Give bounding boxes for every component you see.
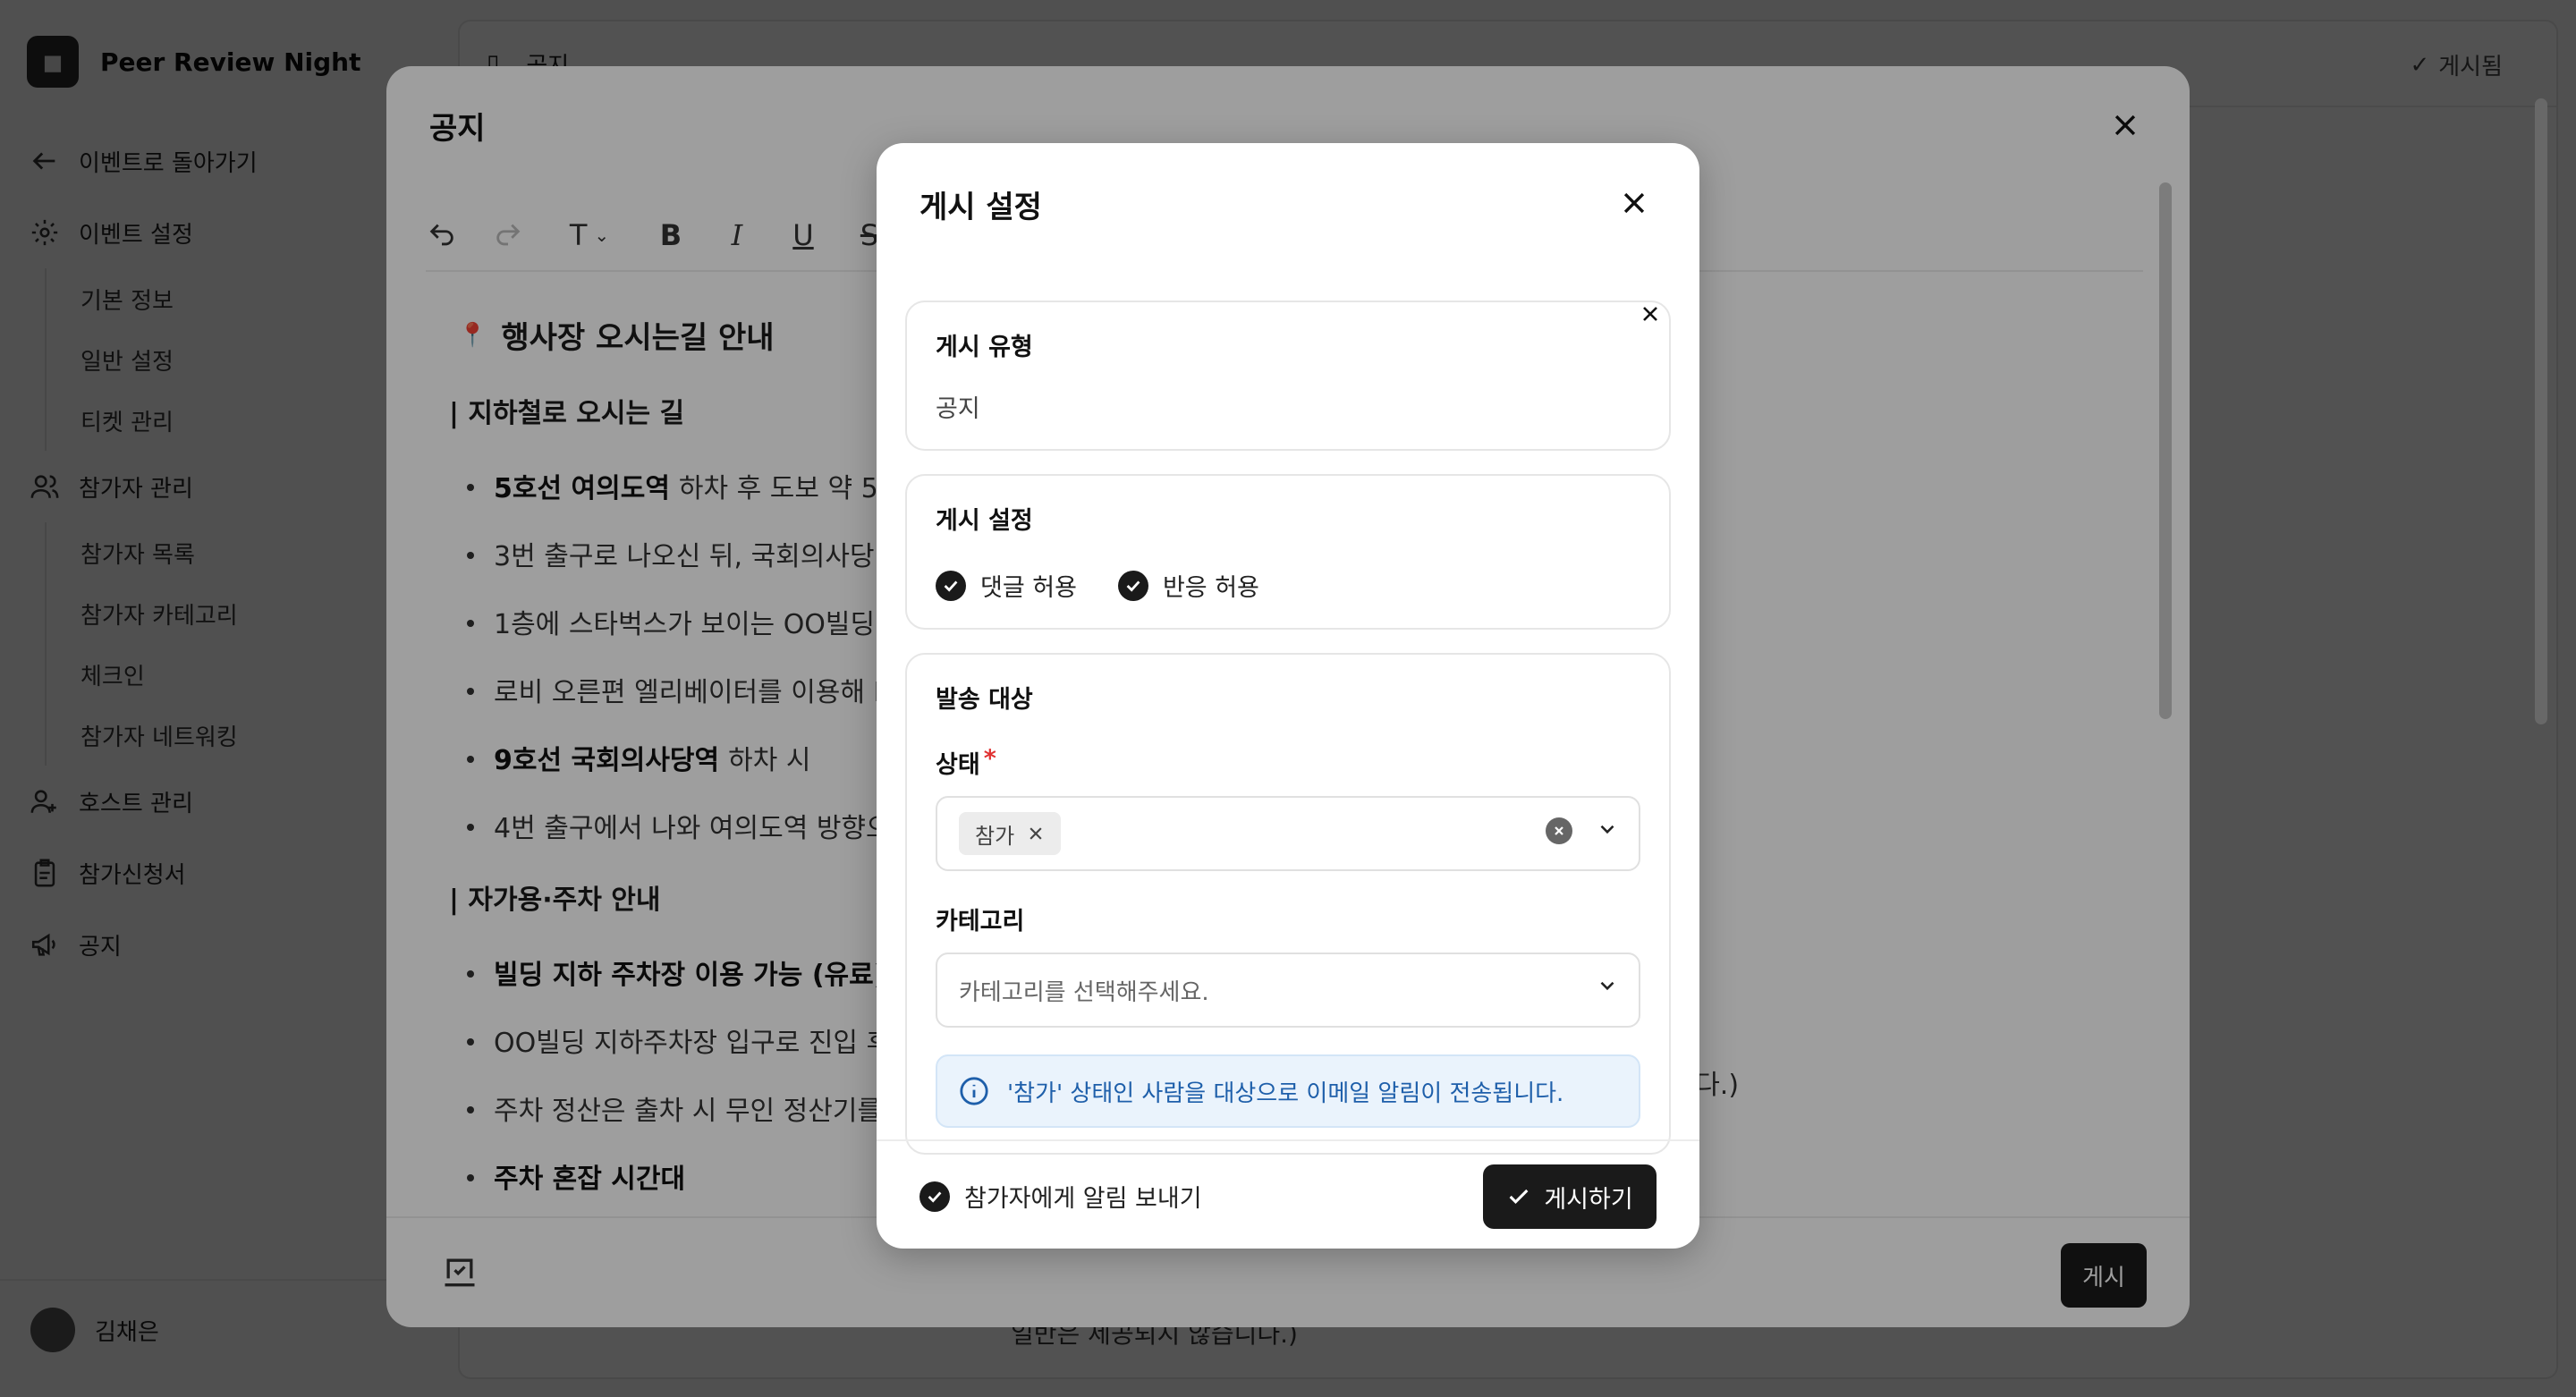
target-label: 발송 대상: [936, 686, 1033, 714]
post-type-value: 공지: [936, 395, 980, 423]
status-tag: 참가: [959, 812, 1062, 855]
allow-comments-label: 댓글 허용: [980, 574, 1077, 602]
info-icon: [960, 1077, 988, 1105]
dialog-body: 게시 유형 공지 게시 설정 댓글 허용 반응 허용 발송 대상 상태 * 참가…: [905, 301, 1671, 1178]
category-select[interactable]: 카테고리를 선택해주세요.: [936, 952, 1640, 1028]
chevron-down-icon[interactable]: [1596, 974, 1619, 1001]
info-text: '참가' 상태인 사람을 대상으로 이메일 알림이 전송됩니다.: [1007, 1080, 1564, 1107]
allow-comments-checkbox[interactable]: 댓글 허용: [936, 568, 1077, 603]
target-card: 발송 대상 상태 * 참가 카테고리 카테고리를 선택해주세요. '참가' 상태…: [905, 653, 1671, 1155]
checkmark-icon: [936, 570, 966, 601]
post-settings-label: 게시 설정: [936, 507, 1033, 535]
status-field-label: 상태 *: [936, 745, 996, 779]
required-mark: *: [983, 745, 996, 773]
post-settings-options: 댓글 허용 반응 허용: [936, 568, 1640, 603]
post-type-label: 게시 유형: [936, 334, 1033, 361]
checkmark-icon: [919, 1181, 950, 1212]
check-icon: [1509, 1189, 1529, 1204]
card-close-button[interactable]: [1635, 299, 1665, 329]
notify-participants-checkbox[interactable]: 참가자에게 알림 보내기: [919, 1179, 1202, 1214]
info-alert: '참가' 상태인 사람을 대상으로 이메일 알림이 전송됩니다.: [936, 1054, 1640, 1128]
publish-settings-dialog: 게시 설정 게시 유형 공지 게시 설정 댓글 허용 반응 허용 발송 대상 상…: [877, 143, 1699, 1249]
allow-reactions-checkbox[interactable]: 반응 허용: [1117, 568, 1259, 603]
post-settings-card: 게시 설정 댓글 허용 반응 허용: [905, 474, 1671, 630]
dialog-title: 게시 설정: [919, 190, 1042, 225]
status-tag-label: 참가: [975, 823, 1015, 849]
close-icon: [1643, 307, 1657, 321]
close-icon: [1623, 192, 1645, 214]
clear-icon[interactable]: [1546, 817, 1572, 844]
checkmark-icon: [1117, 570, 1148, 601]
dialog-close-button[interactable]: [1614, 182, 1655, 224]
tag-remove-icon[interactable]: [1027, 825, 1045, 842]
category-select-actions: [1596, 974, 1619, 1001]
publish-button[interactable]: 게시하기: [1483, 1164, 1657, 1229]
chevron-down-icon[interactable]: [1596, 817, 1619, 844]
category-placeholder: 카테고리를 선택해주세요.: [959, 978, 1209, 1006]
status-select-actions: [1546, 817, 1619, 844]
dialog-footer: 참가자에게 알림 보내기 게시하기: [877, 1139, 1699, 1249]
publish-button-label: 게시하기: [1544, 1185, 1633, 1213]
status-select[interactable]: 참가: [936, 796, 1640, 871]
allow-reactions-label: 반응 허용: [1162, 574, 1259, 602]
post-type-card: 게시 유형 공지: [905, 301, 1671, 451]
notify-label: 참가자에게 알림 보내기: [964, 1185, 1202, 1213]
category-field-label: 카테고리: [936, 908, 1025, 936]
